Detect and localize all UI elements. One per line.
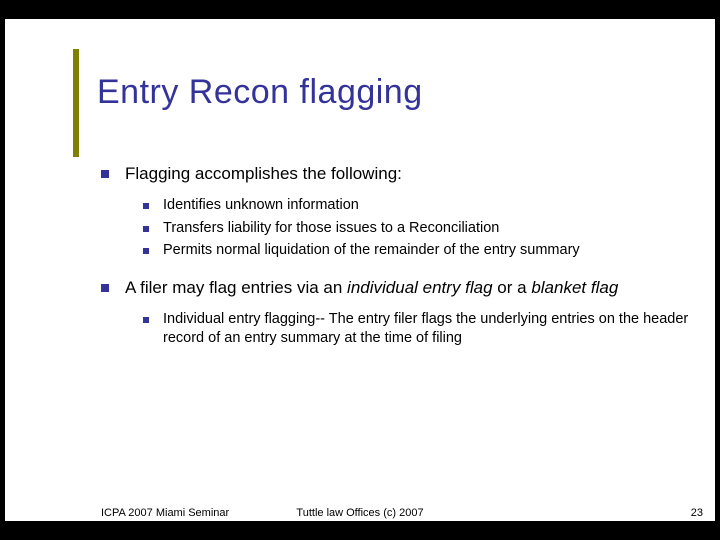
footer-page-number: 23: [691, 507, 703, 519]
bullet-level2: Transfers liability for those issues to …: [143, 219, 691, 239]
accent-bar: [73, 49, 79, 157]
bullet-level2: Individual entry flagging-- The entry fi…: [143, 310, 691, 349]
footer-center: Tuttle law Offices (c) 2007: [5, 507, 715, 519]
bullet-text: Individual entry flagging-- The entry fi…: [163, 310, 691, 349]
bullet-level2: Permits normal liquidation of the remain…: [143, 241, 691, 261]
slide-body: Flagging accomplishes the following: Ide…: [101, 163, 691, 365]
text-run: or a: [493, 278, 532, 297]
bullet-text: Identifies unknown information: [163, 196, 691, 216]
bullet-level1: A filer may flag entries via an individu…: [101, 277, 691, 300]
bullet-text: A filer may flag entries via an individu…: [125, 277, 618, 300]
slide: Entry Recon flagging Flagging accomplish…: [5, 19, 715, 521]
text-run: A filer may flag entries via an: [125, 278, 347, 297]
italic-text: individual entry flag: [347, 278, 493, 297]
bullet-square-icon: [143, 248, 149, 254]
sub-list: Identifies unknown information Transfers…: [143, 196, 691, 261]
bullet-text: Flagging accomplishes the following:: [125, 163, 402, 186]
bullet-square-icon: [101, 284, 109, 292]
bullet-text: Transfers liability for those issues to …: [163, 219, 691, 239]
bullet-square-icon: [143, 226, 149, 232]
italic-text: blanket flag: [531, 278, 618, 297]
bullet-square-icon: [143, 317, 149, 323]
bullet-text: Permits normal liquidation of the remain…: [163, 241, 691, 261]
bullet-level2: Identifies unknown information: [143, 196, 691, 216]
slide-title: Entry Recon flagging: [97, 73, 423, 112]
bullet-square-icon: [101, 170, 109, 178]
bullet-square-icon: [143, 203, 149, 209]
sub-list: Individual entry flagging-- The entry fi…: [143, 310, 691, 349]
bullet-level1: Flagging accomplishes the following:: [101, 163, 691, 186]
